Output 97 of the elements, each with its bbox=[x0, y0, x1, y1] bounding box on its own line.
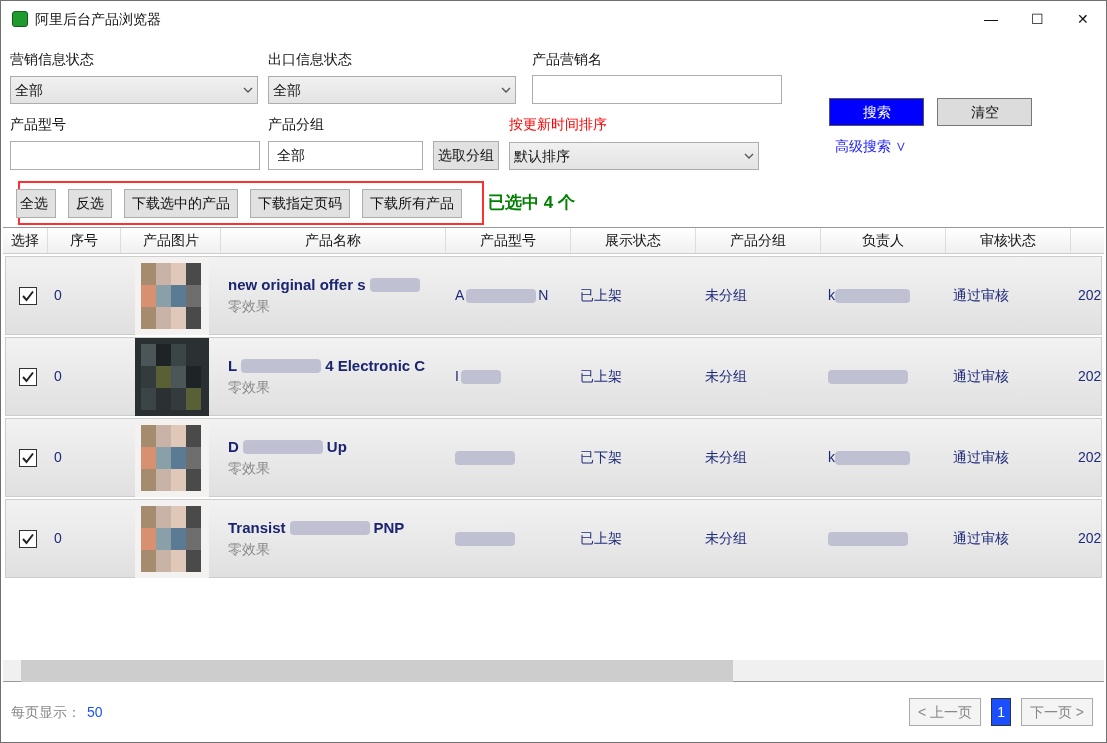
product-subtitle: 零效果 bbox=[228, 459, 271, 479]
check-icon bbox=[20, 288, 35, 303]
sort-dropdown[interactable]: 默认排序 bbox=[509, 142, 759, 170]
select-group-button[interactable]: 选取分组 bbox=[433, 141, 499, 170]
table-cell: 已下架 bbox=[580, 449, 622, 465]
redacted-mark bbox=[455, 531, 515, 546]
model-field[interactable] bbox=[10, 141, 260, 170]
product-subtitle: 零效果 bbox=[228, 378, 271, 398]
toolbar-button[interactable]: 全选 bbox=[16, 188, 56, 218]
check-icon bbox=[20, 450, 35, 465]
table-cell: 0 bbox=[54, 287, 62, 303]
column-header[interactable]: 产品型号 bbox=[446, 228, 571, 253]
field-label: 产品分组 bbox=[268, 115, 325, 134]
table-cell: 通过审核 bbox=[953, 368, 1009, 384]
table-row[interactable]: 0 D Up 零效果 已下架 未分组 k 通过审核 202 bbox=[5, 418, 1102, 497]
table-cell: 已上架 bbox=[580, 368, 622, 384]
table-cell-text: A bbox=[455, 286, 465, 305]
table-row[interactable]: 0 Transist PNP 零效果 已上架 未分组 通过审核 202 bbox=[5, 499, 1102, 578]
table-row[interactable]: 0 new original offer s 零效果 A N 已上架 未分组 k 通过审核 202 bbox=[5, 256, 1102, 335]
table-cell: 202 bbox=[1078, 530, 1102, 546]
search-button[interactable]: 搜索 bbox=[829, 98, 924, 126]
product-name: 4 Electronic C bbox=[325, 355, 426, 376]
table-cell-text: k bbox=[828, 448, 835, 467]
advanced-search-link[interactable]: 高级搜索 ∨ bbox=[835, 136, 1032, 157]
product-name: D bbox=[228, 436, 239, 457]
product-name: L bbox=[228, 355, 238, 376]
field-label: 营销信息状态 bbox=[10, 50, 95, 69]
group-field[interactable]: 全部 bbox=[268, 141, 423, 170]
toolbar-button[interactable]: 反选 bbox=[68, 188, 112, 218]
product-name: Up bbox=[326, 436, 347, 457]
app-logo-icon bbox=[12, 11, 28, 27]
table-cell-text: I bbox=[455, 367, 459, 386]
row-checkbox[interactable] bbox=[18, 286, 37, 305]
field-label: 出口信息状态 bbox=[268, 50, 353, 69]
table-cell: 通过审核 bbox=[953, 449, 1009, 465]
export-status-dropdown[interactable]: 全部 bbox=[268, 76, 516, 104]
redacted-mark bbox=[455, 450, 515, 465]
table-cell: 0 bbox=[54, 368, 62, 384]
selected-count: 已选中 4 个 bbox=[488, 192, 575, 215]
table-cell: 通过审核 bbox=[953, 530, 1009, 546]
table-cell: 已上架 bbox=[580, 287, 622, 303]
row-checkbox[interactable] bbox=[18, 529, 37, 548]
product-name: Transist bbox=[228, 517, 286, 538]
table-cell: 0 bbox=[54, 530, 62, 546]
chevron-down-icon bbox=[243, 87, 253, 93]
chevron-down-icon bbox=[501, 87, 511, 93]
column-header[interactable]: 负责人 bbox=[821, 228, 946, 253]
table-cell: 已上架 bbox=[580, 530, 622, 546]
redacted-mark bbox=[466, 288, 537, 303]
table-cell: 未分组 bbox=[705, 530, 747, 546]
chevron-down-icon bbox=[744, 153, 754, 159]
column-header[interactable]: 展示状态 bbox=[571, 228, 696, 253]
product-name: new original offer s bbox=[228, 274, 366, 295]
table-row[interactable]: 0 L 4 Electronic C 零效果 I 已上架 未分组 通过审核 202 bbox=[5, 337, 1102, 416]
table-cell: 通过审核 bbox=[953, 287, 1009, 303]
table-cell: 202 bbox=[1078, 449, 1102, 465]
window-title: 阿里后台产品浏览器 bbox=[35, 9, 161, 29]
row-checkbox[interactable] bbox=[18, 448, 37, 467]
column-header[interactable]: 产品图片 bbox=[121, 228, 221, 253]
check-icon bbox=[20, 369, 35, 384]
table-cell: 未分组 bbox=[705, 368, 747, 384]
horizontal-scrollbar[interactable] bbox=[3, 660, 1104, 682]
maximize-button[interactable]: ☐ bbox=[1014, 1, 1060, 37]
table-cell-text: k bbox=[828, 286, 835, 305]
clear-button[interactable]: 清空 bbox=[937, 98, 1032, 126]
column-header[interactable]: 选择 bbox=[3, 228, 48, 253]
scrollbar-thumb[interactable] bbox=[21, 659, 733, 682]
product-subtitle: 零效果 bbox=[228, 540, 271, 560]
toolbar-button[interactable]: 下载所有产品 bbox=[362, 188, 462, 218]
marketing-status-dropdown[interactable]: 全部 bbox=[10, 76, 258, 104]
page-size-label: 每页显示： bbox=[11, 702, 81, 722]
table-cell: 202 bbox=[1078, 287, 1102, 303]
field-label: 产品营销名 bbox=[532, 50, 603, 69]
table-cell: 202 bbox=[1078, 368, 1102, 384]
redacted-mark bbox=[369, 278, 420, 292]
table-cell: 未分组 bbox=[705, 287, 747, 303]
page-button[interactable]: 1 bbox=[991, 698, 1011, 726]
redacted-mark bbox=[460, 369, 501, 384]
column-header[interactable]: 审核状态 bbox=[946, 228, 1071, 253]
page-size-value[interactable]: 50 bbox=[87, 701, 103, 723]
table-cell: 未分组 bbox=[705, 449, 747, 465]
minimize-button[interactable]: — bbox=[968, 1, 1014, 37]
check-icon bbox=[20, 531, 35, 546]
column-header[interactable]: 产品名称 bbox=[221, 228, 446, 253]
table-cell-text: N bbox=[538, 286, 549, 305]
close-button[interactable]: ✕ bbox=[1060, 1, 1106, 37]
table-cell: 0 bbox=[54, 449, 62, 465]
toolbar-button[interactable]: 下载指定页码 bbox=[250, 188, 350, 218]
sort-label: 按更新时间排序 bbox=[509, 115, 608, 134]
column-header[interactable]: 序号 bbox=[48, 228, 121, 253]
marketing-name-field[interactable] bbox=[532, 75, 782, 104]
row-checkbox[interactable] bbox=[18, 367, 37, 386]
column-header[interactable]: 产品分组 bbox=[696, 228, 821, 253]
toolbar-button[interactable]: 下载选中的产品 bbox=[124, 188, 238, 218]
field-label: 产品型号 bbox=[10, 115, 67, 134]
product-subtitle: 零效果 bbox=[228, 297, 271, 317]
product-name: PNP bbox=[373, 517, 405, 538]
